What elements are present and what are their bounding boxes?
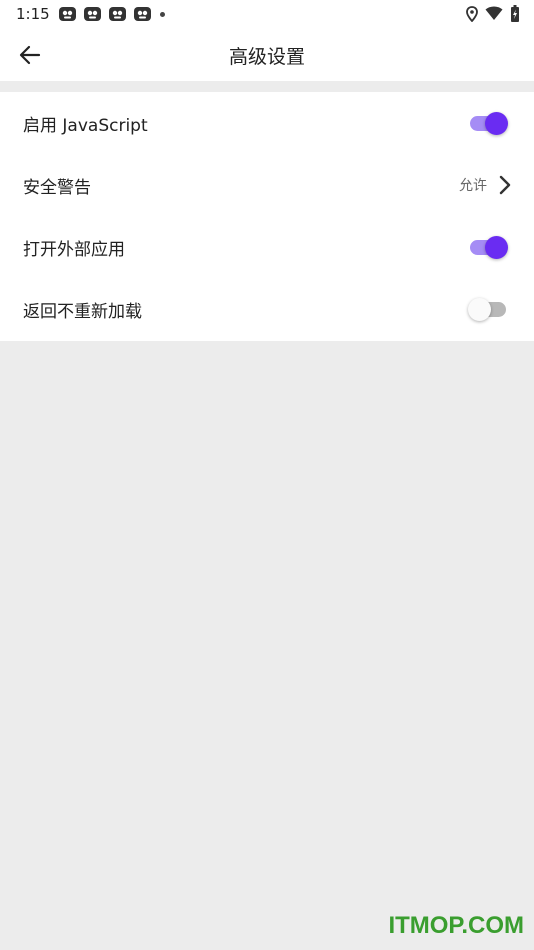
watermark: ITMOP.COM [388,912,524,939]
toolbar: 高级设置 [0,28,534,81]
section-divider [0,81,534,92]
setting-label: 返回不重新加载 [23,301,142,322]
notification-icons [58,5,165,23]
system-icons [466,5,520,22]
toggle-thumb [468,298,491,321]
setting-value: 允许 [459,178,487,194]
no-reload-on-back-toggle[interactable] [468,297,508,321]
javascript-toggle[interactable] [470,111,508,135]
status-time: 1:15 [16,5,50,23]
location-icon [466,5,478,22]
app-notification-icon [109,7,126,21]
app-notification-icon [134,7,151,21]
toggle-thumb [485,236,508,259]
app-notification-icon [84,7,101,21]
app-notification-icon [59,7,76,21]
more-notifications-dot [160,11,165,17]
setting-row-no-reload-on-back[interactable]: 返回不重新加载 [0,278,534,340]
setting-row-security-warning[interactable]: 安全警告 允许 [0,154,534,216]
page-title: 高级设置 [228,46,305,68]
toggle-thumb [485,112,508,135]
battery-charging-icon [511,5,519,22]
open-external-apps-toggle[interactable] [470,235,508,259]
setting-label: 启用 JavaScript [23,115,148,136]
setting-label: 安全警告 [23,177,91,198]
chevron-right-icon [499,175,511,195]
setting-row-javascript[interactable]: 启用 JavaScript [0,92,534,154]
status-bar: 1:15 [0,0,534,28]
wifi-icon [485,6,503,20]
setting-label: 打开外部应用 [23,239,125,260]
settings-list: 启用 JavaScript 安全警告 允许 打开外部应用 返回不重新加载 [0,92,534,341]
setting-row-open-external-apps[interactable]: 打开外部应用 [0,216,534,278]
